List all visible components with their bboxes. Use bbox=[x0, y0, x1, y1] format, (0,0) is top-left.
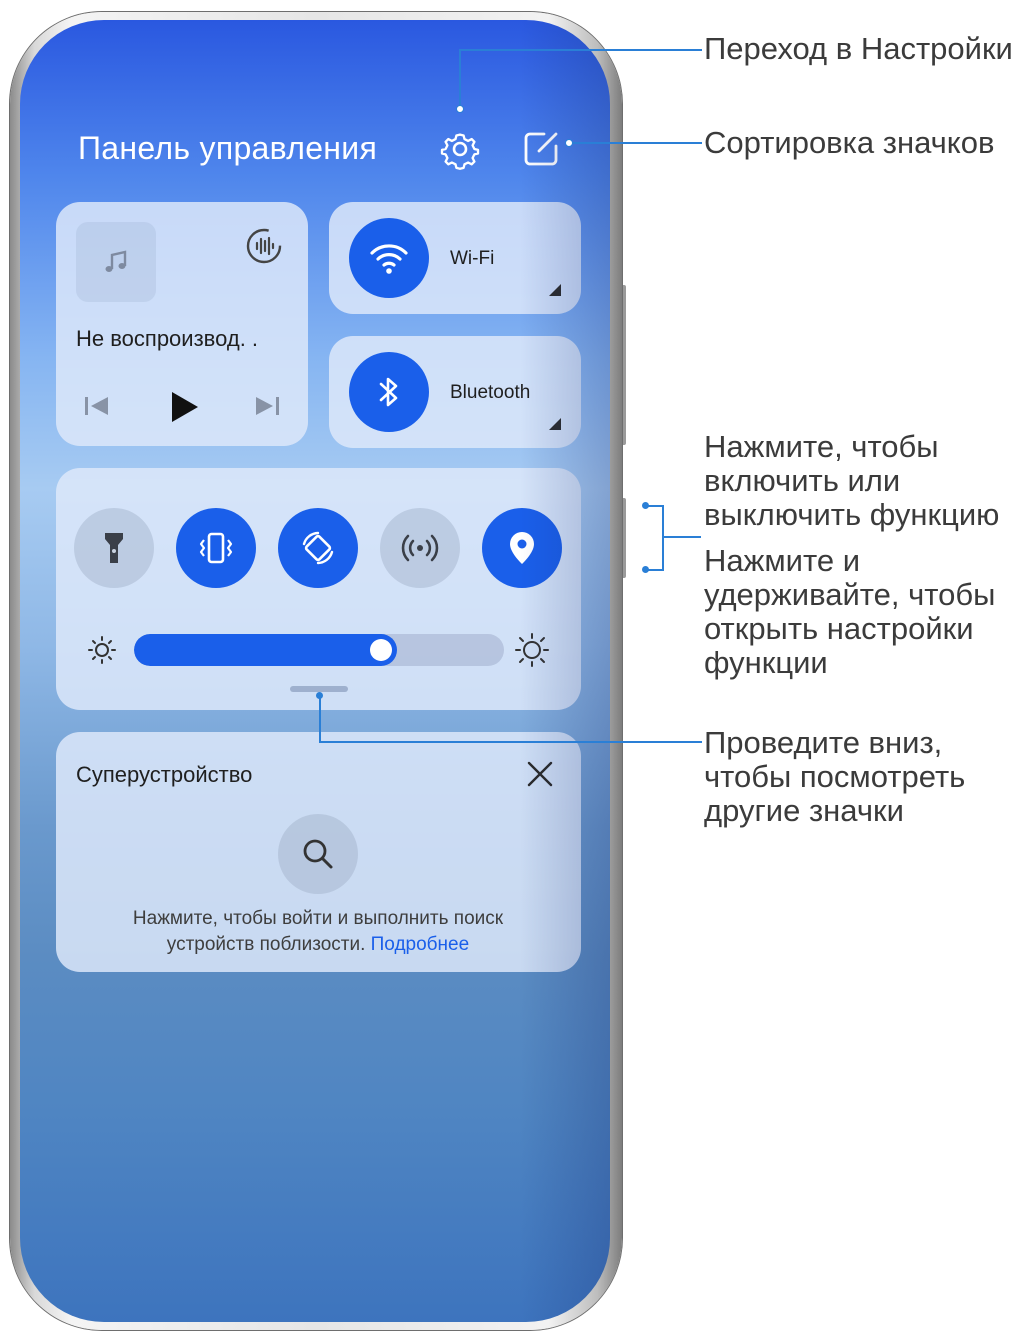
audio-output-icon[interactable] bbox=[244, 226, 284, 266]
bluetooth-tile[interactable]: Bluetooth bbox=[329, 336, 581, 448]
wifi-tile[interactable]: Wi-Fi bbox=[329, 202, 581, 314]
previous-icon[interactable] bbox=[82, 394, 112, 418]
brightness-high-icon bbox=[515, 633, 549, 667]
vibrate-icon bbox=[199, 532, 233, 564]
brightness-fill bbox=[134, 634, 397, 666]
location-toggle[interactable] bbox=[482, 508, 562, 588]
brightness-low-icon bbox=[88, 636, 116, 664]
superdevice-card: Суперустройство Нажмите, чтобы войти и в… bbox=[56, 732, 581, 972]
callout-hold: Нажмите и удерживайте, чтобы открыть нас… bbox=[704, 544, 995, 680]
panel-title: Панель управления bbox=[78, 130, 378, 166]
wifi-expand-indicator bbox=[549, 284, 561, 296]
swipe-callout-line-h bbox=[319, 741, 702, 743]
callout-hold-line1: Нажмите и bbox=[704, 543, 861, 578]
bracket-vertical bbox=[662, 506, 664, 570]
callout-swipe: Проведите вниз, чтобы посмотреть другие … bbox=[704, 726, 965, 828]
callout-settings: Переход в Настройки bbox=[704, 31, 1013, 66]
callout-swipe-line2: чтобы посмотреть bbox=[704, 759, 966, 794]
next-icon[interactable] bbox=[252, 394, 282, 418]
vibrate-toggle[interactable] bbox=[176, 508, 256, 588]
callout-sort: Сортировка значков bbox=[704, 125, 995, 160]
bracket-dot-top bbox=[642, 502, 649, 509]
bluetooth-toggle[interactable] bbox=[349, 352, 429, 432]
superdevice-description: Нажмите, чтобы войти и выполнить поиск у… bbox=[56, 906, 580, 958]
bluetooth-icon bbox=[379, 377, 398, 407]
auto-rotate-icon bbox=[302, 531, 334, 565]
phone-screen: Панель управления Не воспроизвод. . Wi-F… bbox=[20, 20, 610, 1322]
callout-swipe-line3: другие значки bbox=[704, 793, 904, 828]
flashlight-toggle[interactable] bbox=[74, 508, 154, 588]
superdevice-desc-line1: Нажмите, чтобы войти и выполнить поиск bbox=[132, 908, 504, 929]
shortcuts-card bbox=[56, 468, 581, 710]
music-note-icon bbox=[105, 250, 127, 272]
learn-more-link[interactable]: Подробнее bbox=[371, 934, 470, 955]
callout-hold-line3: открыть настройки bbox=[704, 611, 974, 646]
settings-callout-line-v bbox=[459, 50, 461, 107]
callout-toggle-line3: выключить функцию bbox=[704, 497, 1000, 532]
bracket-stem bbox=[663, 536, 701, 538]
settings-callout-line-h bbox=[459, 49, 702, 51]
wifi-icon bbox=[370, 244, 408, 274]
wifi-toggle[interactable] bbox=[349, 218, 429, 298]
callout-hold-line2: удерживайте, чтобы bbox=[704, 577, 996, 612]
brightness-slider[interactable] bbox=[134, 634, 504, 666]
callout-toggle: Нажмите, чтобы включить или выключить фу… bbox=[704, 430, 999, 532]
hotspot-toggle[interactable] bbox=[380, 508, 460, 588]
media-card[interactable]: Не воспроизвод. . bbox=[56, 202, 308, 446]
search-icon bbox=[303, 839, 333, 869]
superdevice-desc-line2: устройств поблизости. bbox=[166, 934, 366, 955]
location-icon bbox=[510, 532, 534, 564]
sort-callout-line bbox=[571, 142, 702, 144]
album-art bbox=[76, 222, 156, 302]
gear-icon[interactable] bbox=[439, 128, 481, 170]
superdevice-desc-line2-wrap: устройств поблизости. Подробнее bbox=[56, 932, 580, 958]
hotspot-icon bbox=[401, 534, 439, 562]
media-title: Не воспроизвод. . bbox=[76, 326, 259, 351]
close-icon[interactable] bbox=[524, 758, 556, 790]
swipe-callout-line-v bbox=[319, 695, 321, 742]
edit-icon[interactable] bbox=[520, 128, 562, 170]
callout-toggle-line1: Нажмите, чтобы bbox=[704, 429, 939, 464]
bluetooth-expand-indicator bbox=[549, 418, 561, 430]
wifi-label: Wi-Fi bbox=[450, 248, 495, 269]
settings-callout-dot bbox=[456, 105, 464, 113]
bracket-top bbox=[648, 505, 664, 507]
callout-swipe-line1: Проведите вниз, bbox=[704, 725, 943, 760]
bracket-dot-bottom bbox=[642, 566, 649, 573]
callout-toggle-line2: включить или bbox=[704, 463, 901, 498]
bracket-bottom bbox=[648, 569, 664, 571]
superdevice-title: Суперустройство bbox=[76, 762, 253, 787]
callout-hold-line4: функции bbox=[704, 645, 828, 680]
superdevice-search-button[interactable] bbox=[278, 814, 358, 894]
brightness-thumb[interactable] bbox=[370, 639, 392, 661]
play-icon[interactable] bbox=[168, 390, 200, 424]
sort-callout-dot bbox=[565, 139, 573, 147]
rotate-toggle[interactable] bbox=[278, 508, 358, 588]
bluetooth-label: Bluetooth bbox=[450, 382, 531, 403]
flashlight-icon bbox=[105, 533, 123, 563]
